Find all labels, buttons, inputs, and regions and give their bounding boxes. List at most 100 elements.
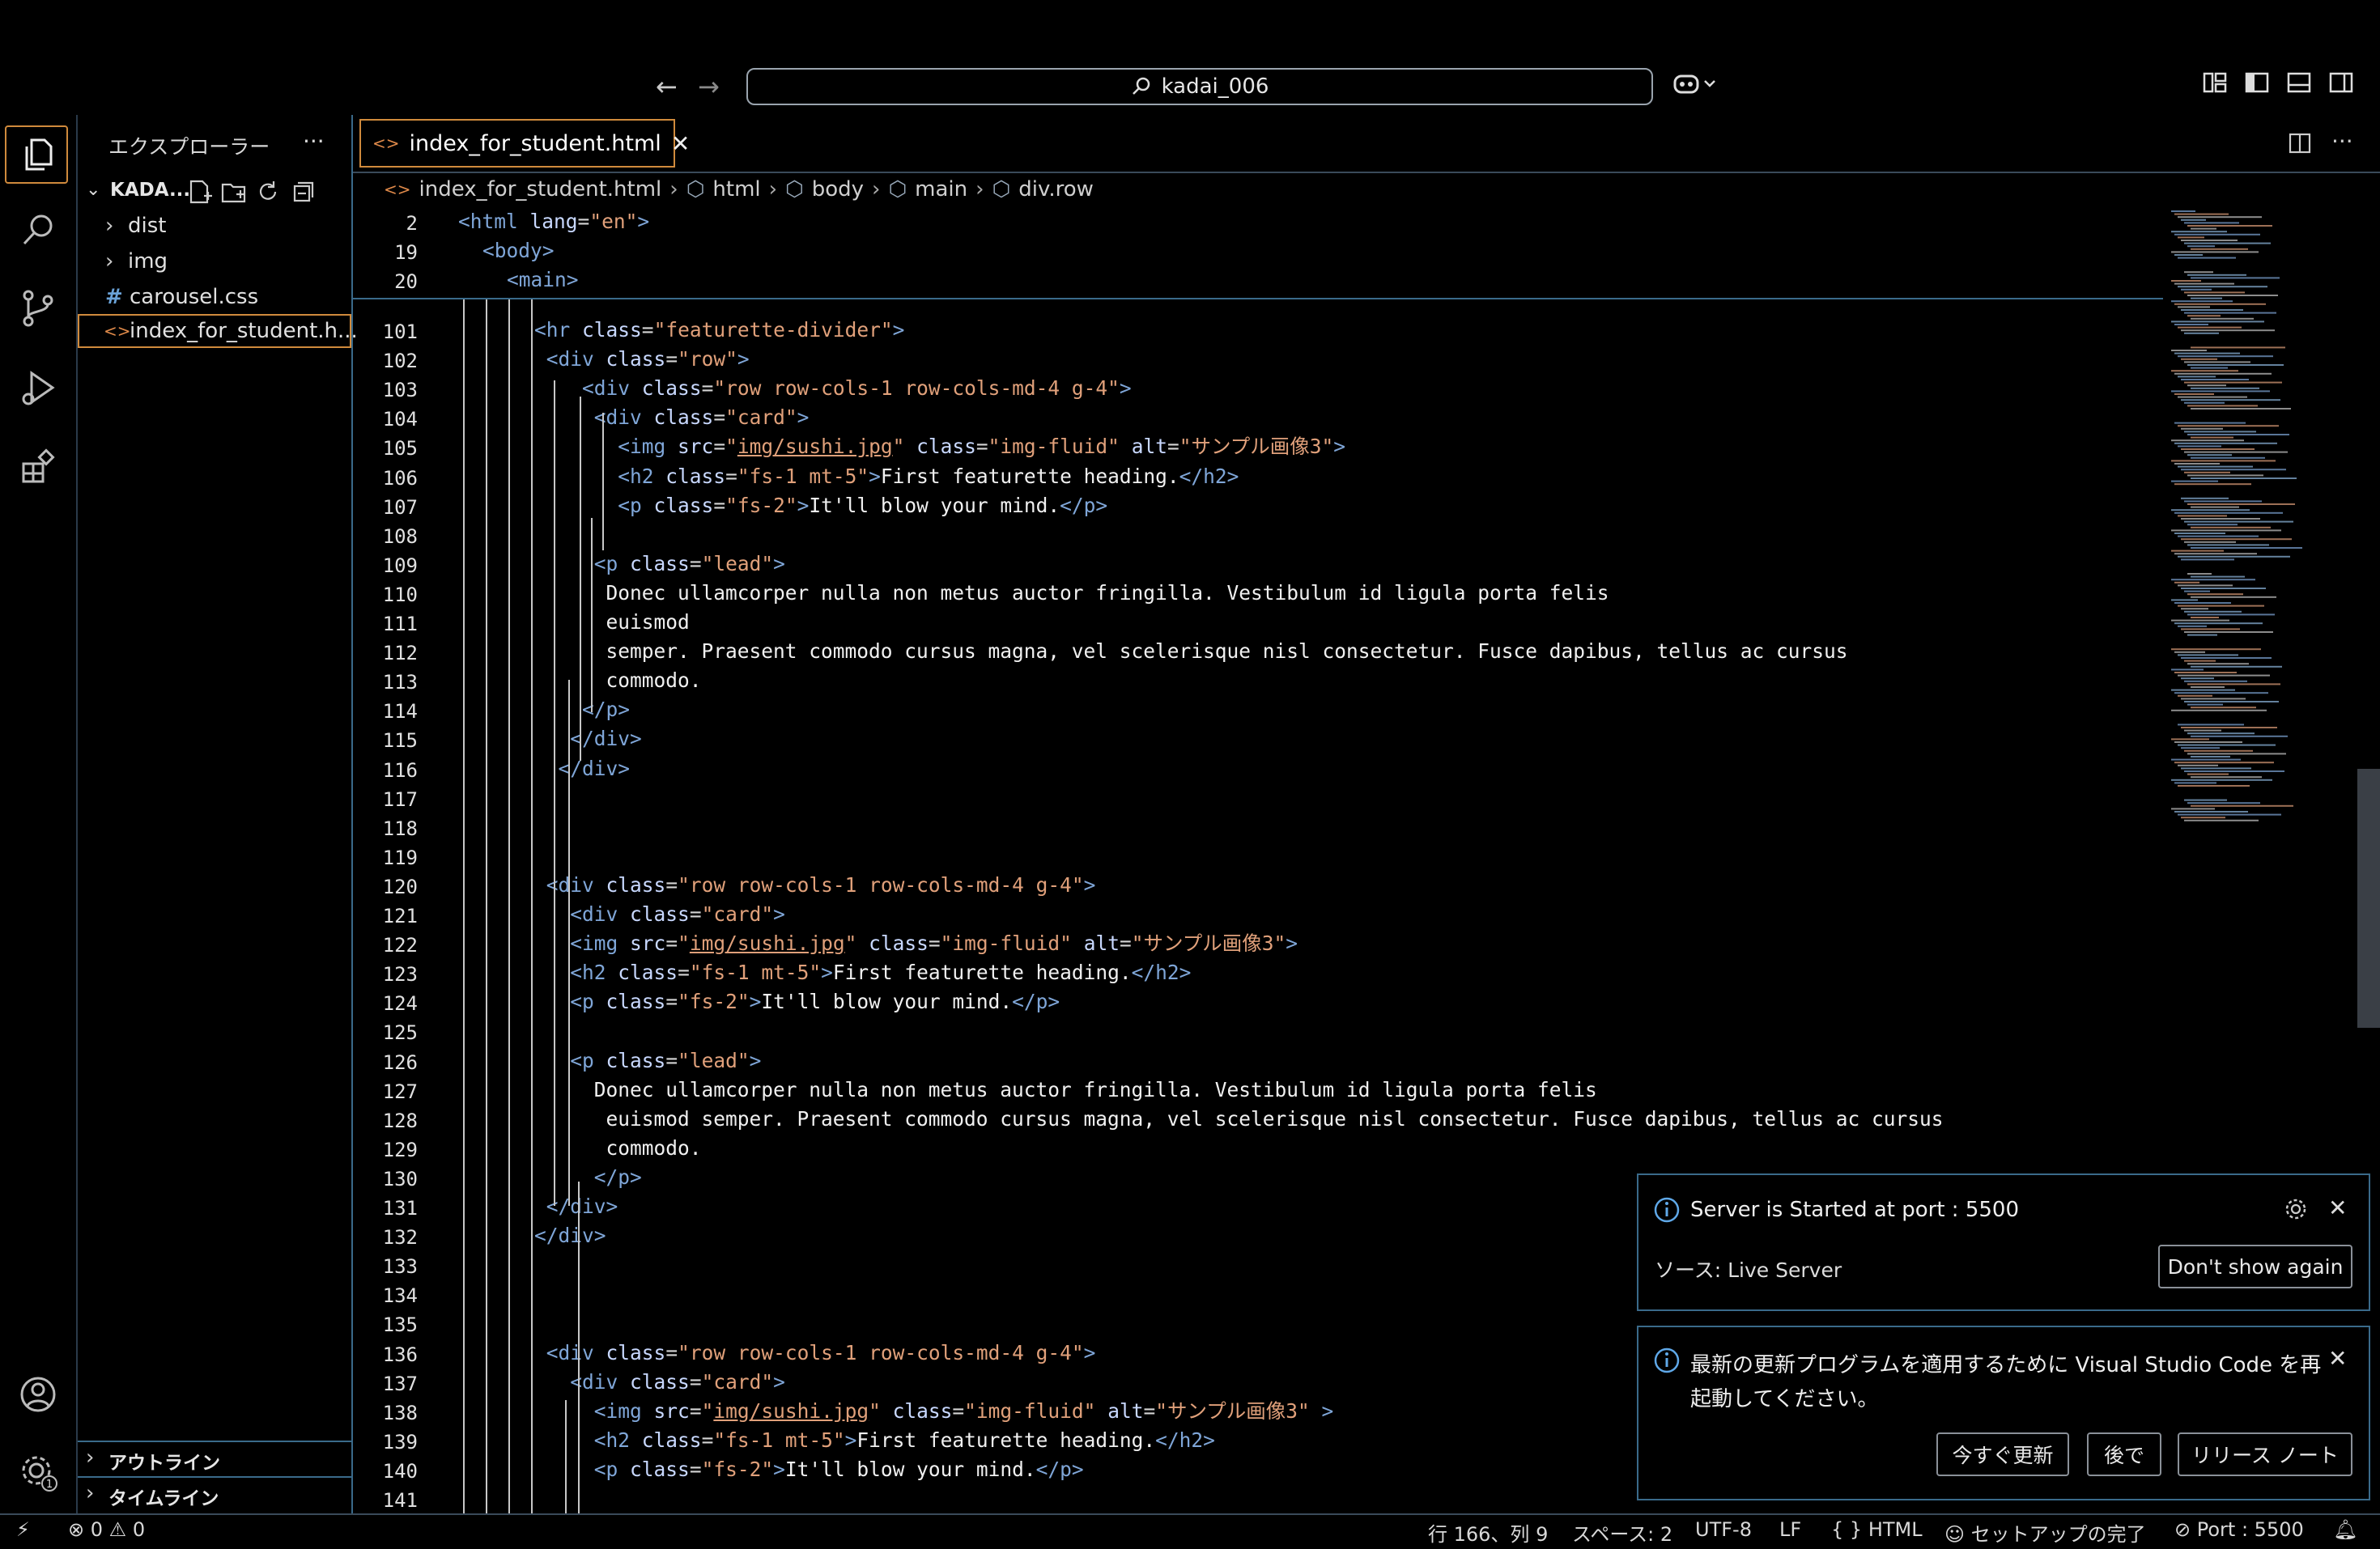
- forward-arrow-icon[interactable]: →: [698, 71, 720, 102]
- minimap-line: [2174, 533, 2225, 534]
- breadcrumb-html[interactable]: html: [712, 177, 760, 202]
- live-server-port[interactable]: ⊘ Port : 5500: [2174, 1518, 2304, 1541]
- workspace-folder-header[interactable]: ⌄ KADA...: [78, 175, 351, 209]
- code-line[interactable]: </div>: [534, 724, 642, 753]
- close-icon[interactable]: ✕: [2328, 1345, 2347, 1372]
- manage-gear-icon[interactable]: 1: [15, 1449, 62, 1496]
- minimap-line: [2191, 408, 2291, 410]
- run-debug-icon[interactable]: [15, 364, 62, 411]
- extensions-icon[interactable]: [15, 443, 62, 490]
- code-line[interactable]: <div class="row">: [534, 345, 750, 374]
- timeline-section-header[interactable]: › タイムライン: [78, 1476, 351, 1512]
- code-line[interactable]: <p class="lead">: [534, 550, 785, 579]
- language-mode[interactable]: { } HTML: [1831, 1518, 1923, 1541]
- code-line[interactable]: <h2 class="fs-1 mt-5">First featurette h…: [534, 462, 1239, 491]
- code-line[interactable]: </div>: [534, 1192, 618, 1221]
- code-line[interactable]: </p>: [534, 1163, 642, 1192]
- code-line[interactable]: <div class="row row-cols-1 row-cols-md-4…: [534, 871, 1096, 900]
- code-line[interactable]: <div class="row row-cols-1 row-cols-md-4…: [534, 1339, 1096, 1368]
- minimap-line: [2184, 770, 2284, 772]
- new-folder-icon[interactable]: [220, 178, 248, 206]
- tree-item-carousel-css[interactable]: # carousel.css: [78, 280, 351, 314]
- search-view-icon[interactable]: [15, 207, 62, 254]
- collapse-all-icon[interactable]: [288, 178, 316, 206]
- command-center-search[interactable]: kadai_006: [746, 68, 1653, 105]
- code-line[interactable]: </div>: [534, 754, 631, 783]
- code-line[interactable]: <div class="card">: [534, 900, 785, 929]
- code-line[interactable]: <p class="fs-2">It'll blow your mind.</p…: [534, 491, 1107, 520]
- remote-icon[interactable]: ⚡︎: [16, 1518, 30, 1541]
- copilot-status[interactable]: ☺ セットアップの完了: [1944, 1518, 2146, 1547]
- code-line[interactable]: <div class="row row-cols-1 row-cols-md-4…: [534, 374, 1132, 403]
- minimap-line: [2187, 524, 2238, 526]
- dont-show-again-button[interactable]: Don't show again: [2158, 1245, 2352, 1288]
- split-editor-icon[interactable]: [2288, 131, 2312, 159]
- code-line[interactable]: <h2 class="fs-1 mt-5">First featurette h…: [534, 958, 1191, 987]
- sticky-code-line[interactable]: <body>: [482, 236, 555, 265]
- code-line[interactable]: </p>: [534, 695, 630, 724]
- back-arrow-icon[interactable]: ←: [656, 71, 678, 102]
- customize-layout-icon[interactable]: [2202, 70, 2231, 99]
- code-line[interactable]: Donec ullamcorper nulla non metus auctor…: [534, 579, 1609, 608]
- code-line[interactable]: <img src="img/sushi.jpg" class="img-flui…: [534, 1397, 1334, 1426]
- explorer-icon[interactable]: [15, 131, 62, 178]
- breadcrumb-main[interactable]: main: [915, 177, 967, 202]
- tab-index-for-student[interactable]: <> index_for_student.html ✕: [359, 119, 690, 168]
- copilot-menu-icon[interactable]: [1672, 71, 1718, 103]
- code-line[interactable]: </div>: [534, 1221, 606, 1250]
- release-notes-button[interactable]: リリース ノート: [2178, 1432, 2352, 1476]
- source-control-icon[interactable]: [15, 285, 62, 332]
- new-file-icon[interactable]: [186, 178, 214, 206]
- code-line[interactable]: commodo.: [534, 1134, 702, 1163]
- notifications-bell-icon[interactable]: 🔔︎: [2333, 1518, 2357, 1541]
- breadcrumb-file[interactable]: index_for_student.html: [419, 177, 662, 202]
- code-line[interactable]: Donec ullamcorper nulla non metus auctor…: [534, 1076, 1597, 1105]
- tree-item-index-html[interactable]: <> index_for_student.h...: [78, 314, 358, 348]
- encoding[interactable]: UTF-8: [1695, 1518, 1752, 1541]
- refresh-icon[interactable]: [254, 178, 282, 206]
- later-button[interactable]: 後で: [2087, 1432, 2161, 1476]
- toggle-primary-sidebar-icon[interactable]: [2244, 70, 2273, 99]
- code-line[interactable]: semper. Praesent commodo cursus magna, v…: [534, 637, 1848, 666]
- breadcrumb-div-row[interactable]: div.row: [1018, 177, 1094, 202]
- sticky-code-line[interactable]: <main>: [507, 265, 579, 295]
- code-line[interactable]: <div class="card">: [534, 1368, 785, 1397]
- breadcrumb-body[interactable]: body: [812, 177, 864, 202]
- minimap[interactable]: [2163, 207, 2365, 1513]
- outline-section-header[interactable]: › アウトライン: [78, 1441, 351, 1476]
- sticky-code-line[interactable]: <html lang="en">: [458, 207, 649, 236]
- code-line[interactable]: commodo.: [534, 666, 702, 695]
- code-line[interactable]: <div class="card">: [534, 403, 810, 432]
- minimap-line: [2178, 286, 2267, 288]
- indentation[interactable]: スペース: 2: [1572, 1518, 1672, 1547]
- minimap-line: [2187, 245, 2215, 248]
- end-of-line[interactable]: LF: [1779, 1518, 1801, 1541]
- code-line[interactable]: euismod semper. Praesent commodo cursus …: [534, 1105, 1944, 1134]
- cursor-position[interactable]: 行 166、列 9: [1428, 1518, 1548, 1547]
- gear-icon[interactable]: [2283, 1196, 2309, 1222]
- minimap-line: [2187, 753, 2286, 755]
- code-line[interactable]: <h2 class="fs-1 mt-5">First featurette h…: [534, 1426, 1215, 1455]
- close-icon[interactable]: ✕: [2328, 1195, 2347, 1221]
- tree-item-dist[interactable]: › dist: [78, 209, 351, 243]
- code-line[interactable]: <hr class="featurette-divider">: [534, 316, 904, 345]
- code-line[interactable]: <p class="fs-2">It'll blow your mind.</p…: [534, 987, 1060, 1016]
- accounts-icon[interactable]: [15, 1371, 62, 1418]
- minimap-line: [2178, 764, 2218, 766]
- code-line[interactable]: <img src="img/sushi.jpg" class="img-flui…: [534, 432, 1345, 461]
- tree-item-img[interactable]: › img: [78, 244, 351, 278]
- code-line[interactable]: <p class="fs-2">It'll blow your mind.</p…: [534, 1455, 1084, 1484]
- update-now-button[interactable]: 今すぐ更新: [1936, 1432, 2069, 1476]
- close-icon[interactable]: ✕: [671, 130, 690, 157]
- minimap-line: [2181, 767, 2251, 770]
- code-line[interactable]: euismod: [534, 608, 690, 637]
- toggle-panel-icon[interactable]: [2286, 70, 2315, 99]
- minimap-line: [2187, 454, 2232, 456]
- problems-indicator[interactable]: ⊗ 0 ⚠ 0: [68, 1518, 145, 1541]
- editor-more-icon[interactable]: ···: [2331, 128, 2353, 155]
- explorer-more-icon[interactable]: ···: [303, 128, 325, 155]
- scrollbar-thumb[interactable]: [2357, 769, 2380, 1028]
- toggle-secondary-sidebar-icon[interactable]: [2328, 70, 2357, 99]
- code-line[interactable]: <img src="img/sushi.jpg" class="img-flui…: [534, 929, 1298, 958]
- html-file-icon: <>: [384, 180, 411, 199]
